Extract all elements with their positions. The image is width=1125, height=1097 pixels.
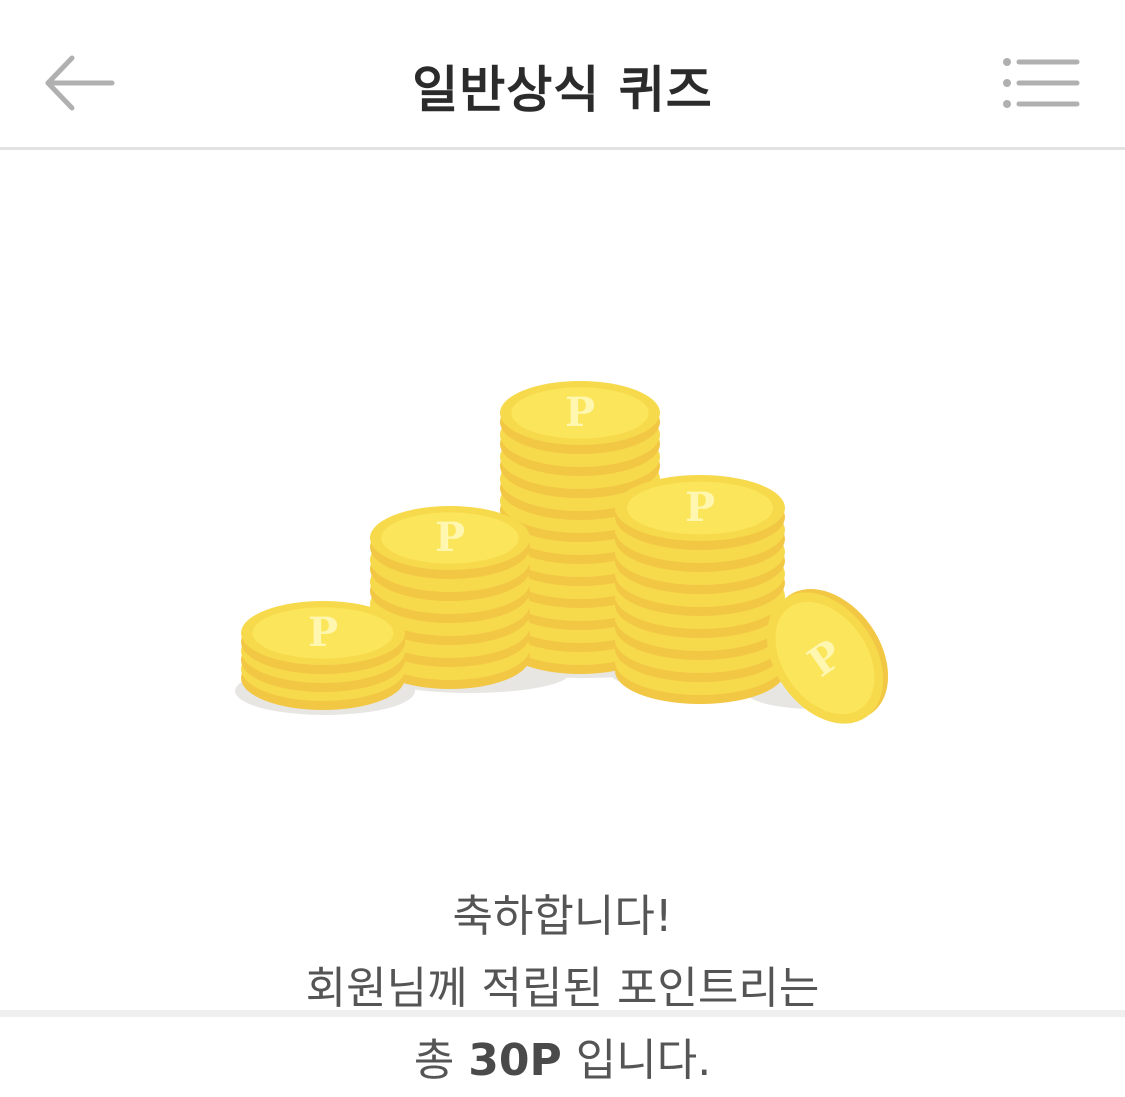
svg-text:P: P [308, 609, 338, 656]
bottom-divider [0, 1010, 1125, 1017]
app-header: 일반상식 퀴즈 [0, 0, 1125, 150]
points-value: 30P [468, 1035, 562, 1086]
points-total: 총 30P 입니다. [0, 1025, 1125, 1097]
reward-message: 축하합니다! 회원님께 적립된 포인트리는 총 30P 입니다. [0, 881, 1125, 1097]
list-menu-icon [1003, 58, 1080, 108]
svg-text:P: P [685, 484, 715, 531]
points-total-prefix: 총 [413, 1035, 469, 1086]
reward-content: PPPPP 축하합니다! 회원님께 적립된 포인트리는 총 30P 입니다. [0, 153, 1125, 1086]
page-title: 일반상식 퀴즈 [412, 61, 713, 119]
svg-text:P: P [435, 514, 465, 561]
menu-button[interactable] [995, 52, 1085, 116]
points-total-suffix: 입니다. [561, 1035, 712, 1086]
svg-text:P: P [565, 389, 595, 436]
coin-stack-icon: PPPP P [235, 381, 889, 724]
congrats-text: 축하합니다! [452, 891, 673, 942]
